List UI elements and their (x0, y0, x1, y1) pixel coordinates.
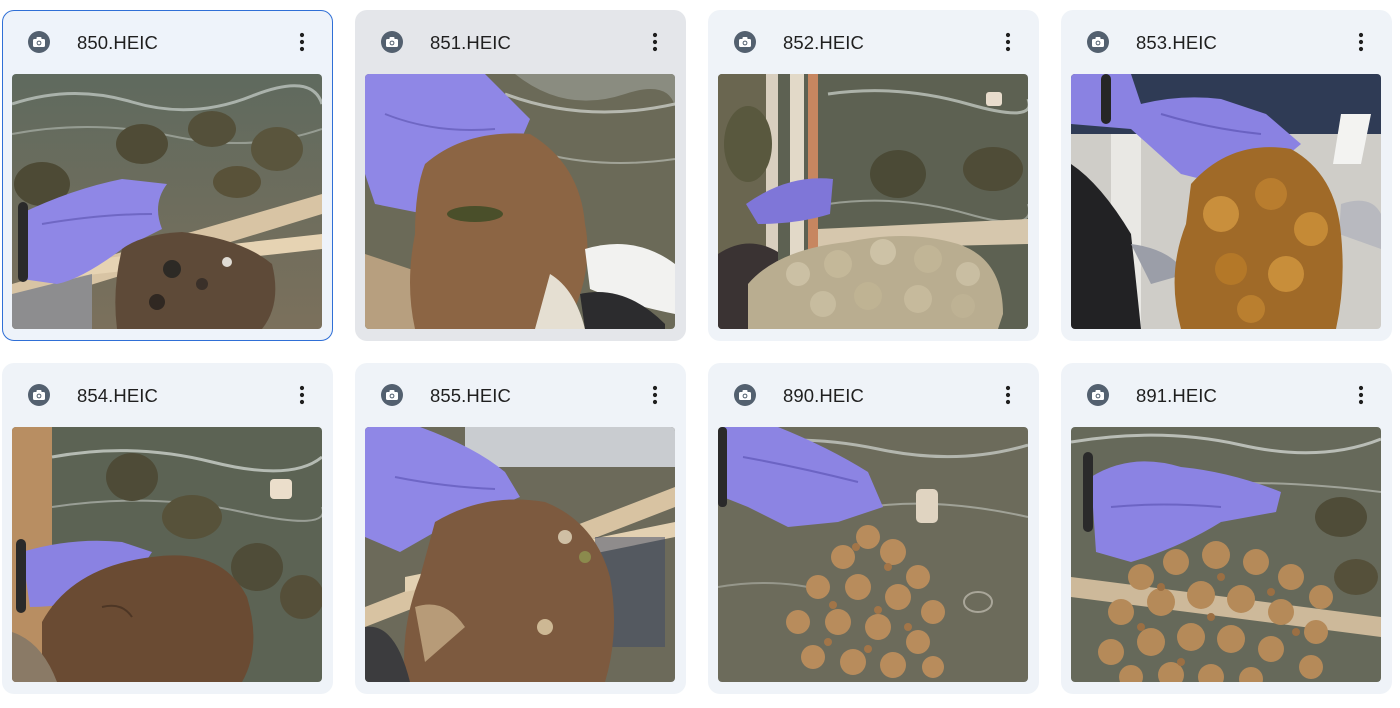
more-vert-icon[interactable] (993, 27, 1023, 57)
file-name: 890.HEIC (783, 385, 865, 406)
more-vert-icon[interactable] (640, 27, 670, 57)
more-vert-icon[interactable] (287, 27, 317, 57)
thumbnail-image[interactable] (12, 74, 322, 329)
camera-icon (381, 384, 403, 406)
file-name: 850.HEIC (77, 32, 159, 53)
camera-icon (1087, 31, 1109, 53)
card-header: 891.HEIC (1061, 363, 1392, 427)
file-name: 855.HEIC (430, 385, 512, 406)
thumbnail-image[interactable] (365, 74, 675, 329)
file-card[interactable]: 852.HEIC (708, 10, 1039, 341)
file-card[interactable]: 891.HEIC (1061, 363, 1392, 694)
more-vert-icon[interactable] (1346, 27, 1376, 57)
camera-icon (734, 31, 756, 53)
thumbnail-image[interactable] (365, 427, 675, 682)
camera-icon (28, 384, 50, 406)
thumbnail-image[interactable] (718, 427, 1028, 682)
file-card[interactable]: 890.HEIC (708, 363, 1039, 694)
thumbnail-image[interactable] (718, 74, 1028, 329)
file-card[interactable]: 853.HEIC (1061, 10, 1392, 341)
file-card[interactable]: 855.HEIC (355, 363, 686, 694)
more-vert-icon[interactable] (287, 380, 317, 410)
more-vert-icon[interactable] (1346, 380, 1376, 410)
file-name: 891.HEIC (1136, 385, 1218, 406)
camera-icon (1087, 384, 1109, 406)
card-header: 890.HEIC (708, 363, 1039, 427)
file-name: 853.HEIC (1136, 32, 1218, 53)
file-name: 854.HEIC (77, 385, 159, 406)
thumbnail-image[interactable] (1071, 74, 1381, 329)
card-header: 853.HEIC (1061, 10, 1392, 74)
more-vert-icon[interactable] (993, 380, 1023, 410)
file-card[interactable]: 851.HEIC (355, 10, 686, 341)
card-header: 855.HEIC (355, 363, 686, 427)
card-header: 851.HEIC (355, 10, 686, 74)
camera-icon (734, 384, 756, 406)
file-card[interactable]: 850.HEIC (2, 10, 333, 341)
more-vert-icon[interactable] (640, 380, 670, 410)
camera-icon (381, 31, 403, 53)
file-card[interactable]: 854.HEIC (2, 363, 333, 694)
thumbnail-image[interactable] (12, 427, 322, 682)
file-grid: 850.HEIC 851.HEIC 852.HEIC 853.HEIC 854.… (2, 10, 1392, 694)
file-name: 851.HEIC (430, 32, 512, 53)
thumbnail-image[interactable] (1071, 427, 1381, 682)
card-header: 852.HEIC (708, 10, 1039, 74)
card-header: 850.HEIC (2, 10, 333, 74)
card-header: 854.HEIC (2, 363, 333, 427)
file-name: 852.HEIC (783, 32, 865, 53)
camera-icon (28, 31, 50, 53)
